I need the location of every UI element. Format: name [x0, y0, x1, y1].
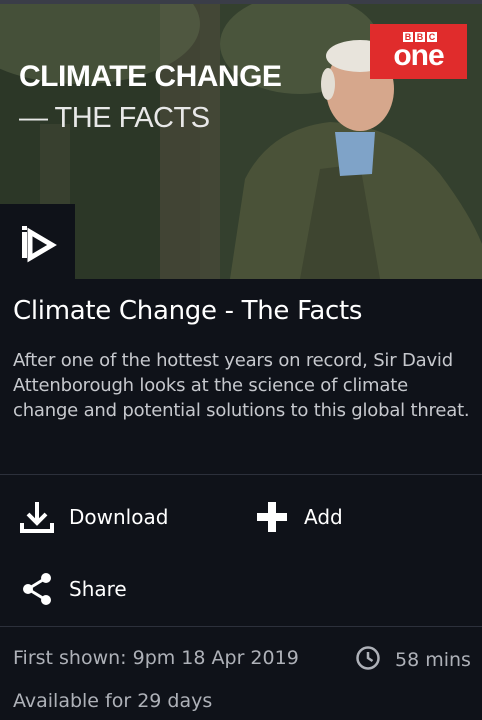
- channel-logo: B B C one: [370, 24, 467, 79]
- share-icon: [19, 571, 55, 607]
- first-shown-text: First shown: 9pm 18 Apr 2019: [13, 647, 299, 669]
- duration-text: 58 mins: [395, 649, 471, 671]
- share-label: Share: [69, 577, 127, 601]
- clock-icon: [355, 645, 381, 675]
- programme-title: Climate Change - The Facts: [13, 296, 363, 326]
- channel-name: one: [393, 39, 444, 72]
- add-button[interactable]: Add: [254, 499, 343, 535]
- divider: [0, 474, 482, 475]
- programme-description: After one of the hottest years on record…: [13, 350, 470, 421]
- hero-subtitle: — THE FACTS: [19, 102, 210, 134]
- download-label: Download: [69, 505, 169, 529]
- add-label: Add: [304, 505, 343, 529]
- availability-text: Available for 29 days: [13, 690, 213, 712]
- share-button[interactable]: Share: [19, 571, 127, 607]
- download-button[interactable]: Download: [19, 499, 168, 535]
- download-icon: [19, 499, 55, 535]
- plus-icon: [254, 499, 290, 535]
- iplayer-logo-icon: [0, 204, 75, 279]
- duration: 58 mins: [355, 645, 471, 675]
- hero-title: CLIMATE CHANGE: [19, 60, 282, 93]
- programme-page: CLIMATE CHANGE — THE FACTS B B C one Cli…: [0, 0, 482, 720]
- divider: [0, 626, 482, 627]
